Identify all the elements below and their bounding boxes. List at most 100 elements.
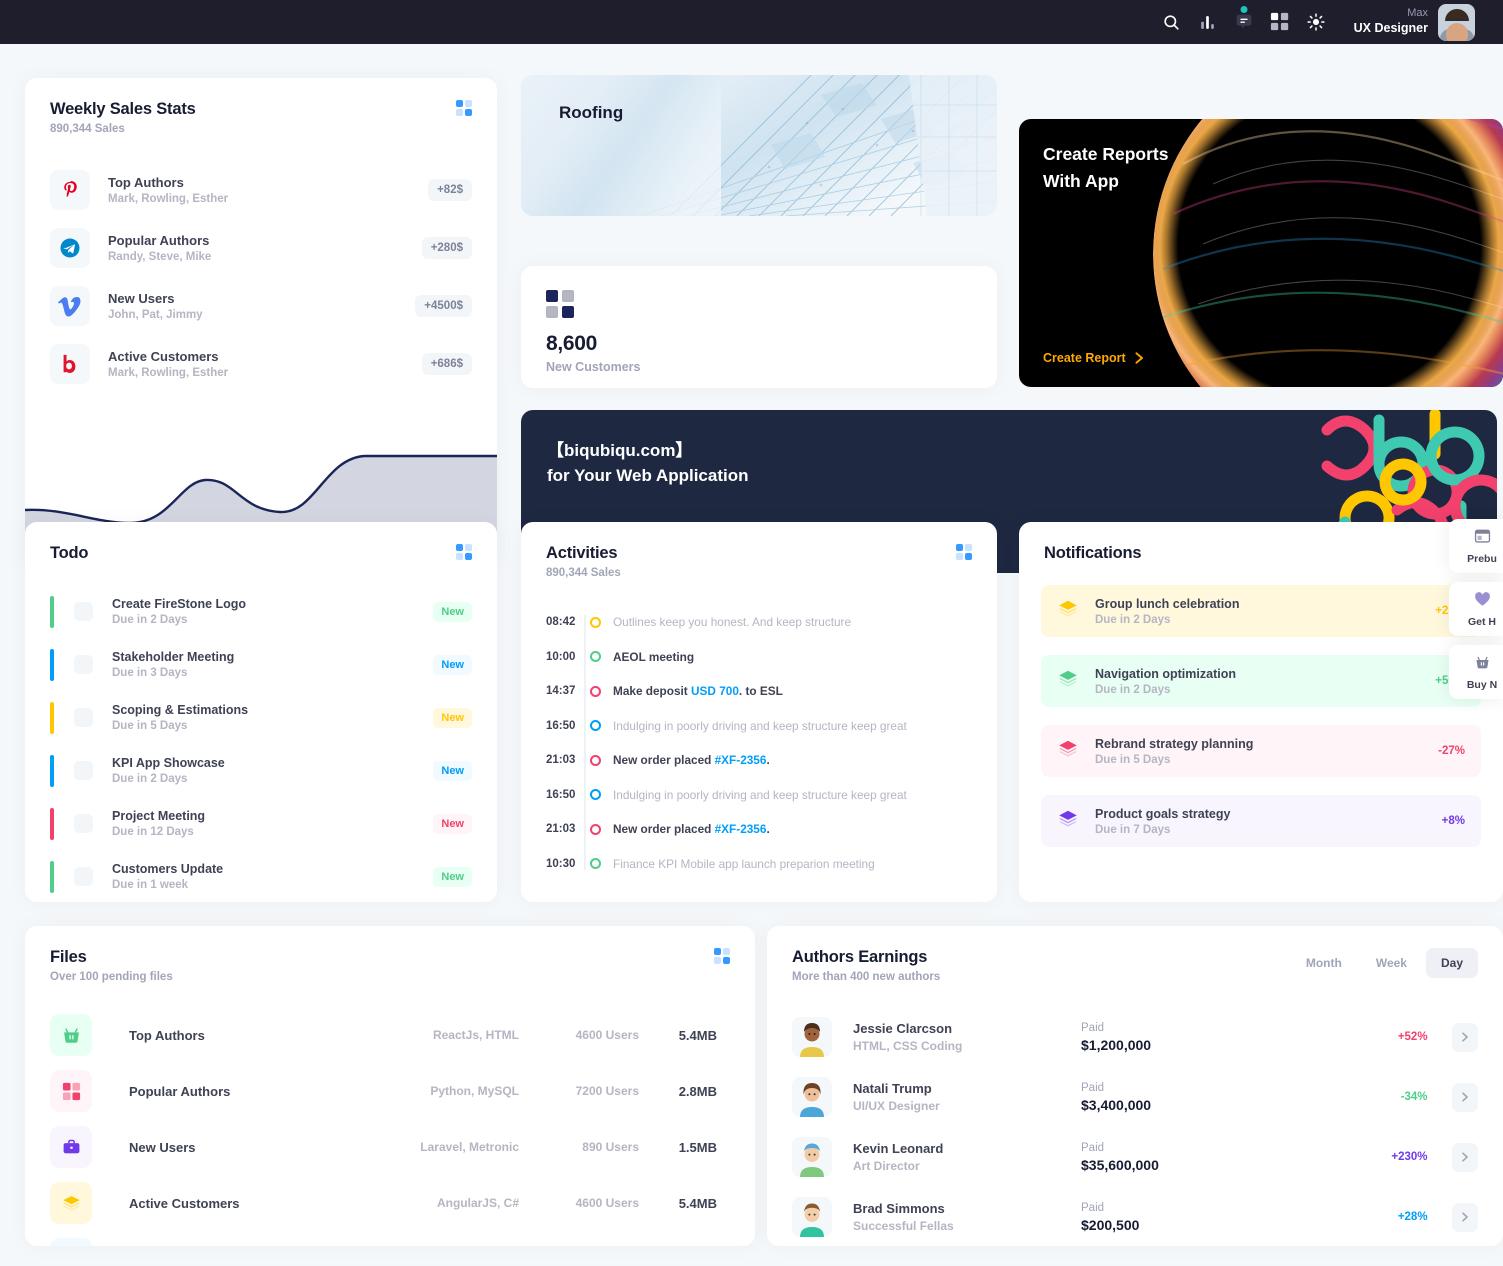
list-item[interactable]: KPI App Showcase Due in 2 Days New <box>50 744 472 797</box>
status-badge: New <box>433 760 472 781</box>
activity-text: Make deposit USD 700. to ESL <box>613 684 783 698</box>
card-menu-grid-icon[interactable] <box>714 948 730 964</box>
table-row[interactable]: Kevin Leonard Art Director Paid $35,600,… <box>792 1127 1478 1187</box>
tab-month[interactable]: Month <box>1291 948 1357 978</box>
activity-time: 10:00 <box>546 650 576 663</box>
tab-week[interactable]: Week <box>1361 948 1422 978</box>
todo-checkbox[interactable] <box>74 708 93 727</box>
list-item[interactable]: 10:30 Finance KPI Mobile app launch prep… <box>546 847 972 882</box>
table-row[interactable]: Top Authors ReactJs, HTML 4600 Users 5.4… <box>50 1007 730 1063</box>
reports-title: Create Reports With App <box>1043 141 1168 195</box>
files-card: Files Over 100 pending files Top Authors <box>25 926 755 1246</box>
list-item-text: Navigation optimization Due in 2 Days <box>1095 667 1435 696</box>
activity-text-after: . to ESL <box>738 684 783 699</box>
search-icon[interactable] <box>1154 4 1190 40</box>
author-paid-block: Paid $1,200,000 <box>1081 1022 1318 1053</box>
list-item[interactable]: Scoping & Estimations Due in 5 Days New <box>50 691 472 744</box>
get-help-button[interactable]: Get H <box>1449 582 1503 636</box>
list-item[interactable]: Customers Update Due in 1 week New <box>50 850 472 902</box>
activity-text-after: . <box>766 822 770 837</box>
chart-bar-icon[interactable] <box>1190 4 1226 40</box>
list-item[interactable]: Popular Authors Randy, Steve, Mike +280$ <box>50 219 472 277</box>
activity-text-after: . <box>766 753 770 768</box>
activity-link[interactable]: #XF-2356 <box>715 753 767 767</box>
list-item[interactable]: Navigation optimization Due in 2 Days +5… <box>1041 655 1481 707</box>
chevron-right-icon[interactable] <box>1451 1142 1478 1172</box>
chevron-right-icon[interactable] <box>1451 1202 1478 1232</box>
table-row[interactable]: Jessie Clarcson HTML, CSS Coding Paid $1… <box>792 1007 1478 1067</box>
theme-brightness-icon[interactable] <box>1298 4 1334 40</box>
user-profile-menu[interactable]: Max UX Designer <box>1354 3 1475 41</box>
author-role: UI/UX Designer <box>853 1099 940 1113</box>
activity-link[interactable]: USD 700 <box>691 684 739 698</box>
file-size: 1.5MB <box>678 1139 717 1155</box>
roofing-card[interactable]: Roofing <box>521 75 997 216</box>
table-row-partial[interactable] <box>50 1231 730 1246</box>
list-item[interactable]: Group lunch celebration Due in 2 Days +2… <box>1041 585 1481 637</box>
list-item-name: Popular Authors <box>108 233 210 248</box>
timeline-dot <box>590 789 601 801</box>
list-item[interactable]: 08:42 Outlines keep you honest. And keep… <box>546 605 972 640</box>
todo-card-header: Todo <box>25 522 497 563</box>
list-item[interactable]: Rebrand strategy planning Due in 5 Days … <box>1041 725 1481 777</box>
list-item[interactable]: 16:50 Indulging in poorly driving and ke… <box>546 709 972 744</box>
create-reports-card[interactable]: Create Reports With App Create Report <box>1019 119 1503 387</box>
author-role: Successful Fellas <box>853 1219 954 1233</box>
chevron-right-icon[interactable] <box>1451 1022 1478 1052</box>
authors-period-tabs: Month Week Day <box>1291 948 1478 978</box>
todo-checkbox[interactable] <box>74 761 93 780</box>
list-item[interactable]: Active Customers Mark, Rowling, Esther +… <box>50 335 472 393</box>
activity-time: 21:03 <box>546 823 576 836</box>
campaign-line1: 【biqubiqu.com】 <box>547 441 693 460</box>
activities-subtitle: 890,344 Sales <box>546 567 621 579</box>
todo-checkbox[interactable] <box>74 655 93 674</box>
list-item-text: Scoping & Estimations Due in 5 Days <box>112 703 433 732</box>
files-title-block: Files Over 100 pending files <box>50 948 173 983</box>
list-item[interactable]: 21:03 New order placed #XF-2356. <box>546 743 972 778</box>
list-item[interactable]: Project Meeting Due in 12 Days New <box>50 797 472 850</box>
list-item[interactable]: Top Authors Mark, Rowling, Esther +82$ <box>50 161 472 219</box>
chevron-right-icon[interactable] <box>1451 1082 1478 1112</box>
todo-checkbox[interactable] <box>74 867 93 886</box>
list-item[interactable]: 21:03 New order placed #XF-2356. <box>546 812 972 847</box>
apps-grid-icon[interactable] <box>1262 4 1298 40</box>
prebuilt-layouts-button[interactable]: Prebu <box>1449 519 1503 573</box>
todo-checkbox[interactable] <box>74 602 93 621</box>
todo-due: Due in 3 Days <box>112 667 188 679</box>
roofing-title: Roofing <box>559 103 624 122</box>
list-item[interactable]: 16:50 Indulging in poorly driving and ke… <box>546 778 972 813</box>
create-report-link[interactable]: Create Report <box>1043 351 1145 365</box>
notification-name: Rebrand strategy planning <box>1095 736 1254 751</box>
grid-icon <box>50 1070 92 1112</box>
campaign-line2: for Your Web Application <box>547 466 749 485</box>
list-item-text: Product goals strategy Due in 7 Days <box>1095 807 1442 836</box>
get-help-label: Get H <box>1467 616 1496 628</box>
list-item[interactable]: New Users John, Pat, Jimmy +4500$ <box>50 277 472 335</box>
file-name: New Users <box>129 1139 196 1155</box>
activity-link[interactable]: #XF-2356 <box>715 822 767 836</box>
timeline-dot <box>590 685 601 697</box>
card-menu-grid-icon[interactable] <box>956 544 972 560</box>
activity-time: 08:42 <box>546 616 576 629</box>
todo-checkbox[interactable] <box>74 814 93 833</box>
table-row[interactable]: Popular Authors Python, MySQL 7200 Users… <box>50 1063 730 1119</box>
list-item[interactable]: Stakeholder Meeting Due in 3 Days New <box>50 638 472 691</box>
table-row[interactable]: Active Customers AngularJS, C# 4600 User… <box>50 1175 730 1231</box>
list-item-text: Group lunch celebration Due in 2 Days <box>1095 597 1435 626</box>
list-item[interactable]: 10:00 AEOL meeting <box>546 640 972 675</box>
card-menu-grid-icon[interactable] <box>456 544 472 560</box>
weekly-sales-stats-card: Weekly Sales Stats 890,344 Sales Top Aut… <box>25 78 497 565</box>
table-row[interactable]: Natali Trump UI/UX Designer Paid $3,400,… <box>792 1067 1478 1127</box>
buy-now-button[interactable]: Buy N <box>1449 645 1503 699</box>
list-item-text: Popular Authors Randy, Steve, Mike <box>108 233 422 263</box>
table-row[interactable]: Brad Simmons Successful Fellas Paid $200… <box>792 1187 1478 1246</box>
table-row[interactable]: New Users Laravel, Metronic 890 Users 1.… <box>50 1119 730 1175</box>
card-menu-grid-icon[interactable] <box>456 100 472 116</box>
avatar[interactable] <box>1438 3 1475 41</box>
list-item[interactable]: Product goals strategy Due in 7 Days +8% <box>1041 795 1481 847</box>
list-item[interactable]: Create FireStone Logo Due in 2 Days New <box>50 585 472 638</box>
notifications-card: Notifications Group lunch celebration Du… <box>1019 522 1503 902</box>
tab-day[interactable]: Day <box>1425 948 1478 978</box>
list-item[interactable]: 14:37 Make deposit USD 700. to ESL <box>546 674 972 709</box>
chat-bubble-icon[interactable] <box>1226 4 1262 40</box>
